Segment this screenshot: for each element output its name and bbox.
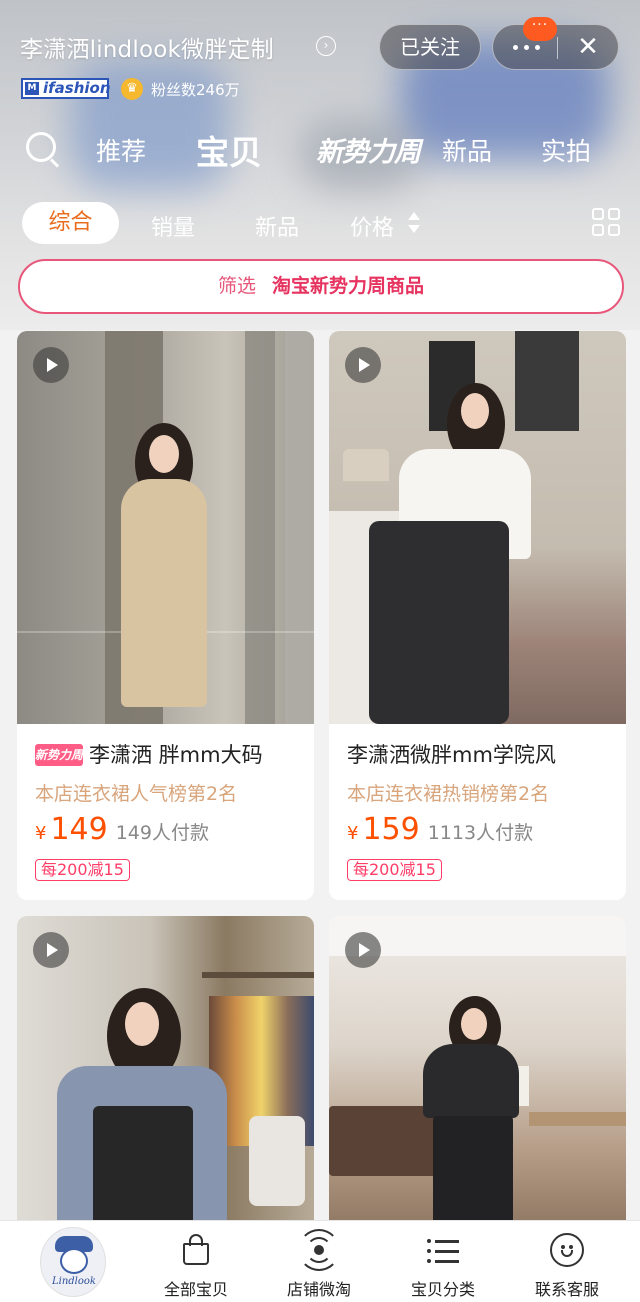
filter-bar[interactable]: 筛选 淘宝新势力周商品 xyxy=(18,259,624,314)
product-price: 159 xyxy=(362,812,420,847)
tab-all-products[interactable]: 全部宝贝 xyxy=(136,1221,256,1301)
sort-new[interactable]: 新品 xyxy=(255,210,299,242)
fans-count: 粉丝数246万 xyxy=(151,81,240,99)
coupon-badge: 每200减15 xyxy=(347,859,442,881)
product-rank: 本店连衣裙热销榜第2名 xyxy=(347,783,550,805)
tab-new-power-week[interactable]: 新势力周 xyxy=(316,130,421,169)
tab-label: 联系客服 xyxy=(534,1280,599,1299)
filter-label: 筛选 xyxy=(217,275,256,297)
product-title-text: 李潇洒 胖mm大码 xyxy=(89,743,263,767)
ifashion-logo-icon: M xyxy=(25,82,39,95)
store-nav: 推荐 宝贝 新势力周 新品 实拍 xyxy=(0,118,640,182)
store-logo-text: Lindlook xyxy=(52,1276,96,1287)
product-price: 149 xyxy=(50,812,108,847)
tab-label: 宝贝分类 xyxy=(410,1280,475,1299)
live-broadcast-icon xyxy=(298,1229,340,1271)
tab-real-photos[interactable]: 实拍 xyxy=(541,132,591,168)
sort-comprehensive[interactable]: 综合 xyxy=(22,202,119,244)
currency-symbol: ¥ xyxy=(347,823,359,844)
tab-store-feed[interactable]: 店铺微淘 xyxy=(259,1221,379,1301)
product-title: 新势力周 李潇洒 胖mm大码 xyxy=(35,739,305,769)
store-topbar: 李潇洒lindlook微胖定制 › 已关注 ··· ✕ xyxy=(0,17,640,80)
play-video-icon[interactable] xyxy=(345,347,381,383)
tab-customer-service[interactable]: 联系客服 xyxy=(507,1221,627,1301)
sold-count: 149人付款 xyxy=(115,822,209,844)
crown-icon: ♛ xyxy=(121,78,143,100)
tab-categories[interactable]: 宝贝分类 xyxy=(383,1221,503,1301)
ifashion-badge: M ifashion xyxy=(21,78,111,99)
currency-symbol: ¥ xyxy=(35,823,47,844)
product-info: 李潇洒微胖mm学院风 本店连衣裙热销榜第2名 ¥159 1113人付款 每200减… xyxy=(329,724,626,900)
close-icon[interactable]: ✕ xyxy=(563,25,613,69)
sort-bar: 综合 销量 新品 价格 xyxy=(0,200,640,246)
shopping-bag-icon xyxy=(179,1233,213,1267)
capsule-divider xyxy=(557,37,558,59)
product-photo[interactable] xyxy=(329,916,626,1236)
store-name[interactable]: 李潇洒lindlook微胖定制 xyxy=(20,30,274,64)
price-row: ¥149 149人付款 xyxy=(35,812,209,847)
product-card[interactable]: 新势力周 李潇洒 胖mm大码 本店连衣裙人气榜第2名 ¥149 149人付款 每20… xyxy=(17,331,314,900)
chat-smile-icon xyxy=(550,1233,584,1267)
sort-updown-icon[interactable] xyxy=(408,212,422,236)
product-info: 新势力周 李潇洒 胖mm大码 本店连衣裙人气榜第2名 ¥149 149人付款 每20… xyxy=(17,724,314,900)
sort-price[interactable]: 价格 xyxy=(350,210,394,242)
search-icon[interactable] xyxy=(26,132,60,168)
tab-recommend[interactable]: 推荐 xyxy=(96,132,146,168)
tab-new-arrivals[interactable]: 新品 xyxy=(442,132,492,168)
product-card[interactable] xyxy=(329,916,626,1236)
grid-view-icon[interactable] xyxy=(592,208,620,236)
store-logo[interactable]: Lindlook xyxy=(40,1227,106,1297)
notification-badge: ··· xyxy=(523,17,557,41)
mini-program-capsule: ··· ✕ xyxy=(492,17,619,70)
product-card[interactable] xyxy=(17,916,314,1236)
ifashion-label: ifashion xyxy=(43,79,111,97)
product-card[interactable]: 李潇洒微胖mm学院风 本店连衣裙热销榜第2名 ¥159 1113人付款 每200减… xyxy=(329,331,626,900)
play-video-icon[interactable] xyxy=(33,347,69,383)
play-video-icon[interactable] xyxy=(345,932,381,968)
product-title-text: 李潇洒微胖mm学院风 xyxy=(347,743,556,767)
tab-label: 店铺微淘 xyxy=(286,1280,351,1299)
product-photo[interactable] xyxy=(17,331,314,724)
list-icon xyxy=(426,1233,460,1267)
new-power-week-tag: 新势力周 xyxy=(35,744,83,766)
product-rank: 本店连衣裙人气榜第2名 xyxy=(35,783,238,805)
tab-products[interactable]: 宝贝 xyxy=(196,126,262,174)
product-title: 李潇洒微胖mm学院风 xyxy=(347,739,617,769)
tab-label: 全部宝贝 xyxy=(163,1280,228,1299)
sold-count: 1113人付款 xyxy=(427,822,534,844)
follow-button[interactable]: 已关注 xyxy=(379,24,481,70)
coupon-badge: 每200减15 xyxy=(35,859,130,881)
filter-value: 淘宝新势力周商品 xyxy=(272,275,425,297)
store-tabbar: Lindlook 全部宝贝 店铺微淘 宝贝分类 联系客服 xyxy=(0,1220,640,1302)
sort-sales[interactable]: 销量 xyxy=(151,210,195,242)
product-photo[interactable] xyxy=(17,916,314,1236)
price-row: ¥159 1113人付款 xyxy=(347,812,533,847)
product-photo[interactable] xyxy=(329,331,626,724)
chevron-right-icon[interactable]: › xyxy=(316,36,336,56)
play-video-icon[interactable] xyxy=(33,932,69,968)
